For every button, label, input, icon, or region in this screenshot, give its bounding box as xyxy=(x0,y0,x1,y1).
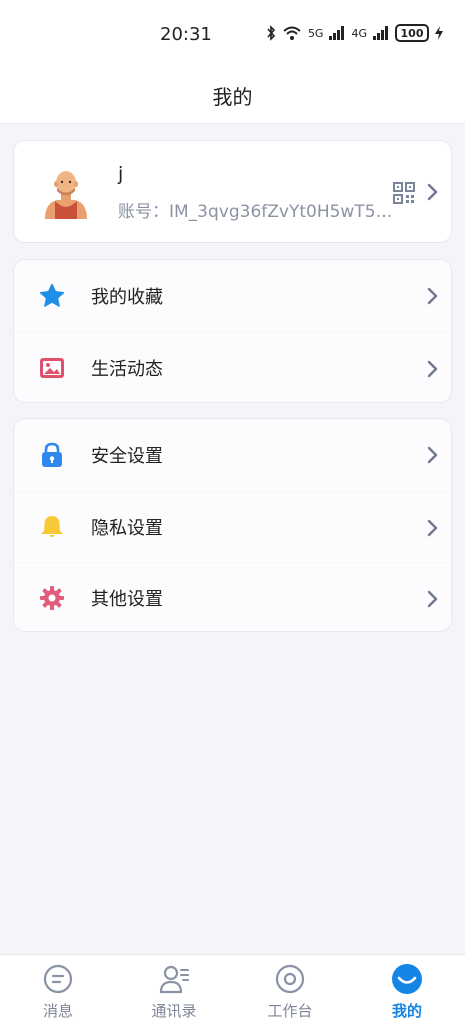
menu-item-security[interactable]: 安全设置 xyxy=(14,419,451,491)
workbench-icon xyxy=(275,964,305,994)
menu-item-label: 生活动态 xyxy=(91,358,163,380)
chevron-right-icon xyxy=(427,519,438,536)
qr-code-icon[interactable] xyxy=(393,182,415,204)
wifi-icon xyxy=(283,26,301,40)
status-bar: 20:31 5G 4G 100 xyxy=(0,0,465,68)
image-icon xyxy=(40,357,64,378)
chevron-right-icon xyxy=(427,360,438,377)
page-title: 我的 xyxy=(212,85,253,109)
signal-bars-icon xyxy=(329,26,345,40)
tab-workbench[interactable]: 工作台 xyxy=(232,955,348,1024)
chevron-right-icon xyxy=(427,590,438,608)
status-time: 20:31 xyxy=(160,24,212,45)
tab-label: 工作台 xyxy=(267,1002,313,1020)
menu-item-moments[interactable]: 生活动态 xyxy=(14,331,451,402)
chevron-right-icon xyxy=(427,446,438,464)
profile-account-id: 账号：IM_3qvg36fZvYt0H5wT5ql… xyxy=(118,202,403,222)
battery-indicator: 100 xyxy=(395,24,429,42)
menu-group-settings: 安全设置 隐私设置 其他设置 xyxy=(13,418,452,632)
tab-label: 我的 xyxy=(391,1002,422,1020)
star-icon xyxy=(39,283,65,307)
chevron-right-icon xyxy=(427,183,438,201)
tab-me[interactable]: 我的 xyxy=(349,955,465,1024)
signal-4g-label: 4G xyxy=(351,26,367,40)
menu-item-privacy[interactable]: 隐私设置 xyxy=(14,490,451,562)
signal-5g-label: 5G xyxy=(307,26,324,40)
profile-name: j xyxy=(118,163,124,185)
menu-item-other-settings[interactable]: 其他设置 xyxy=(14,562,451,631)
menu-item-label: 隐私设置 xyxy=(91,517,163,539)
gear-icon xyxy=(40,586,64,611)
bell-icon xyxy=(41,515,63,537)
menu-item-label: 我的收藏 xyxy=(91,286,163,308)
menu-item-favorites[interactable]: 我的收藏 xyxy=(14,260,451,332)
menu-item-label: 其他设置 xyxy=(91,589,163,611)
menu-item-label: 安全设置 xyxy=(91,445,163,467)
charging-icon xyxy=(435,26,443,40)
menu-group-favorites: 我的收藏 生活动态 xyxy=(13,259,452,403)
status-icons: 5G 4G 100 xyxy=(266,24,443,42)
tab-label: 通讯录 xyxy=(151,1002,197,1020)
tab-messages[interactable]: 消息 xyxy=(0,955,116,1024)
lock-icon xyxy=(42,442,62,467)
bottom-tab-bar: 消息 通讯录 工作台 我的 xyxy=(0,954,465,1024)
page-header: 我的 xyxy=(0,68,465,124)
profile-icon xyxy=(392,964,422,994)
chat-icon xyxy=(43,964,73,994)
bluetooth-icon xyxy=(267,25,276,41)
signal-bars-icon-2 xyxy=(373,26,388,40)
tab-contacts[interactable]: 通讯录 xyxy=(116,955,232,1024)
avatar xyxy=(45,171,87,219)
profile-card[interactable]: j 账号：IM_3qvg36fZvYt0H5wT5ql… xyxy=(13,140,452,243)
tab-label: 消息 xyxy=(42,1002,73,1020)
chevron-right-icon xyxy=(427,287,438,305)
contacts-icon xyxy=(159,965,189,994)
